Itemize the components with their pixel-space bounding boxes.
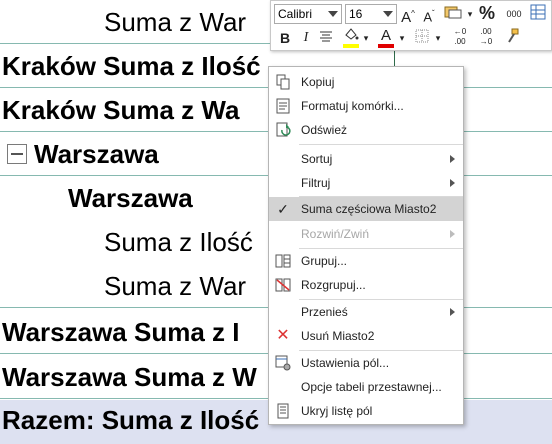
menu-item-ungroup[interactable]: Rozgrupuj... — [269, 273, 463, 297]
menu-item-field-settings[interactable]: Ustawienia pól... — [269, 351, 463, 375]
copy-icon — [275, 74, 291, 90]
collapse-icon[interactable] — [7, 144, 27, 164]
menu-item-label: Rozgrupuj... — [301, 278, 366, 292]
menu-item-label: Sortuj — [301, 152, 333, 166]
fill-color-icon[interactable] — [341, 26, 361, 46]
chevron-right-icon — [450, 155, 455, 163]
format-painter-icon[interactable] — [503, 28, 521, 48]
font-name-combo[interactable]: Calibri — [274, 4, 342, 24]
font-name-value: Calibri — [278, 7, 313, 21]
row-label: Suma z Ilość — [104, 227, 253, 257]
number-format-icon[interactable] — [443, 4, 463, 24]
menu-item-label: Suma częściowa Miasto2 — [301, 202, 437, 216]
chevron-down-icon[interactable]: ▾ — [433, 28, 443, 48]
bold-button[interactable]: B — [277, 28, 293, 48]
menu-item-filter[interactable]: Filtruj — [269, 171, 463, 195]
row-label: Kraków Suma z Wa — [2, 95, 240, 125]
format-cells-icon — [275, 98, 291, 114]
menu-item-format-cells[interactable]: Formatuj komórki... — [269, 94, 463, 118]
menu-item-label: Kopiuj — [301, 75, 335, 89]
menu-item-pivot-options[interactable]: Opcje tabeli przestawnej... — [269, 375, 463, 399]
field-list-icon — [275, 403, 291, 419]
menu-item-group[interactable]: Grupuj... — [269, 249, 463, 273]
menu-item-label: Rozwiń/Zwiń — [301, 227, 370, 241]
italic-button[interactable]: I — [299, 28, 313, 48]
chevron-down-icon[interactable]: ▾ — [361, 28, 371, 48]
checkmark-icon: ✓ — [277, 201, 289, 217]
menu-item-label: Filtruj — [301, 176, 331, 190]
increase-decimal-icon[interactable]: ←0.00 — [449, 27, 471, 47]
remove-icon: ✕ — [276, 327, 290, 344]
decrease-font-size-icon[interactable]: Aˇ — [421, 4, 437, 24]
group-icon — [275, 253, 291, 269]
menu-item-move[interactable]: Przenieś — [269, 300, 463, 324]
font-color-swatch — [378, 44, 394, 48]
mini-toolbar: Calibri 16 A^ Aˇ ▾ % 000 B I ▾ A ▾ ▾ ←0.… — [270, 0, 552, 51]
align-center-icon[interactable] — [317, 28, 335, 48]
row-label: Warszawa Suma z W — [2, 362, 257, 392]
chevron-down-icon[interactable]: ▾ — [465, 4, 475, 24]
menu-item-remove-field[interactable]: ✕ Usuń Miasto2 — [269, 324, 463, 348]
menu-item-refresh[interactable]: Odśwież — [269, 118, 463, 142]
chevron-right-icon — [450, 308, 455, 316]
chevron-down-icon[interactable]: ▾ — [397, 28, 407, 48]
decrease-decimal-icon[interactable]: .00 →0 — [475, 27, 497, 47]
menu-item-copy[interactable]: Kopiuj — [269, 70, 463, 94]
chevron-down-icon — [383, 11, 393, 17]
format-table-icon[interactable] — [529, 4, 547, 24]
font-size-combo[interactable]: 16 — [345, 4, 397, 24]
font-color-icon[interactable]: A — [377, 26, 395, 46]
refresh-icon — [275, 122, 291, 138]
row-label: Suma z War — [104, 7, 247, 37]
menu-item-subtotal[interactable]: ✓ Suma częściowa Miasto2 — [269, 197, 463, 221]
percent-style-button[interactable]: % — [479, 3, 495, 23]
menu-item-label: Opcje tabeli przestawnej... — [301, 380, 442, 394]
row-label: Warszawa — [34, 139, 159, 169]
fill-color-swatch — [343, 44, 359, 48]
menu-item-label: Ukryj listę pól — [301, 404, 373, 418]
increase-font-size-icon[interactable]: A^ — [400, 4, 416, 26]
chevron-right-icon — [450, 230, 455, 238]
menu-item-sort[interactable]: Sortuj — [269, 147, 463, 171]
chevron-right-icon — [450, 179, 455, 187]
row-label: Kraków Suma z Ilość — [2, 51, 261, 81]
menu-item-label: Formatuj komórki... — [301, 99, 404, 113]
row-label: Warszawa — [68, 183, 193, 213]
context-menu: Kopiuj Formatuj komórki... Odśwież Sortu… — [268, 66, 464, 425]
chevron-down-icon — [328, 11, 338, 17]
menu-item-label: Grupuj... — [301, 254, 348, 268]
row-label: Suma z War — [104, 271, 247, 301]
menu-item-label: Usuń Miasto2 — [301, 329, 375, 343]
menu-item-label: Przenieś — [301, 305, 348, 319]
ungroup-icon — [275, 277, 291, 293]
menu-item-label: Ustawienia pól... — [301, 356, 390, 370]
comma-style-button[interactable]: 000 — [503, 4, 525, 24]
font-size-value: 16 — [349, 7, 363, 21]
menu-separator — [299, 144, 463, 145]
borders-icon[interactable] — [413, 28, 431, 48]
menu-item-hide-field-list[interactable]: Ukryj listę pól — [269, 399, 463, 423]
row-label: Warszawa Suma z I — [2, 317, 240, 347]
menu-item-label: Odśwież — [301, 123, 348, 137]
field-settings-icon — [275, 355, 291, 371]
menu-item-expand-collapse[interactable]: Rozwiń/Zwiń — [269, 222, 463, 246]
row-label: Razem: Suma z Ilość — [2, 405, 260, 435]
